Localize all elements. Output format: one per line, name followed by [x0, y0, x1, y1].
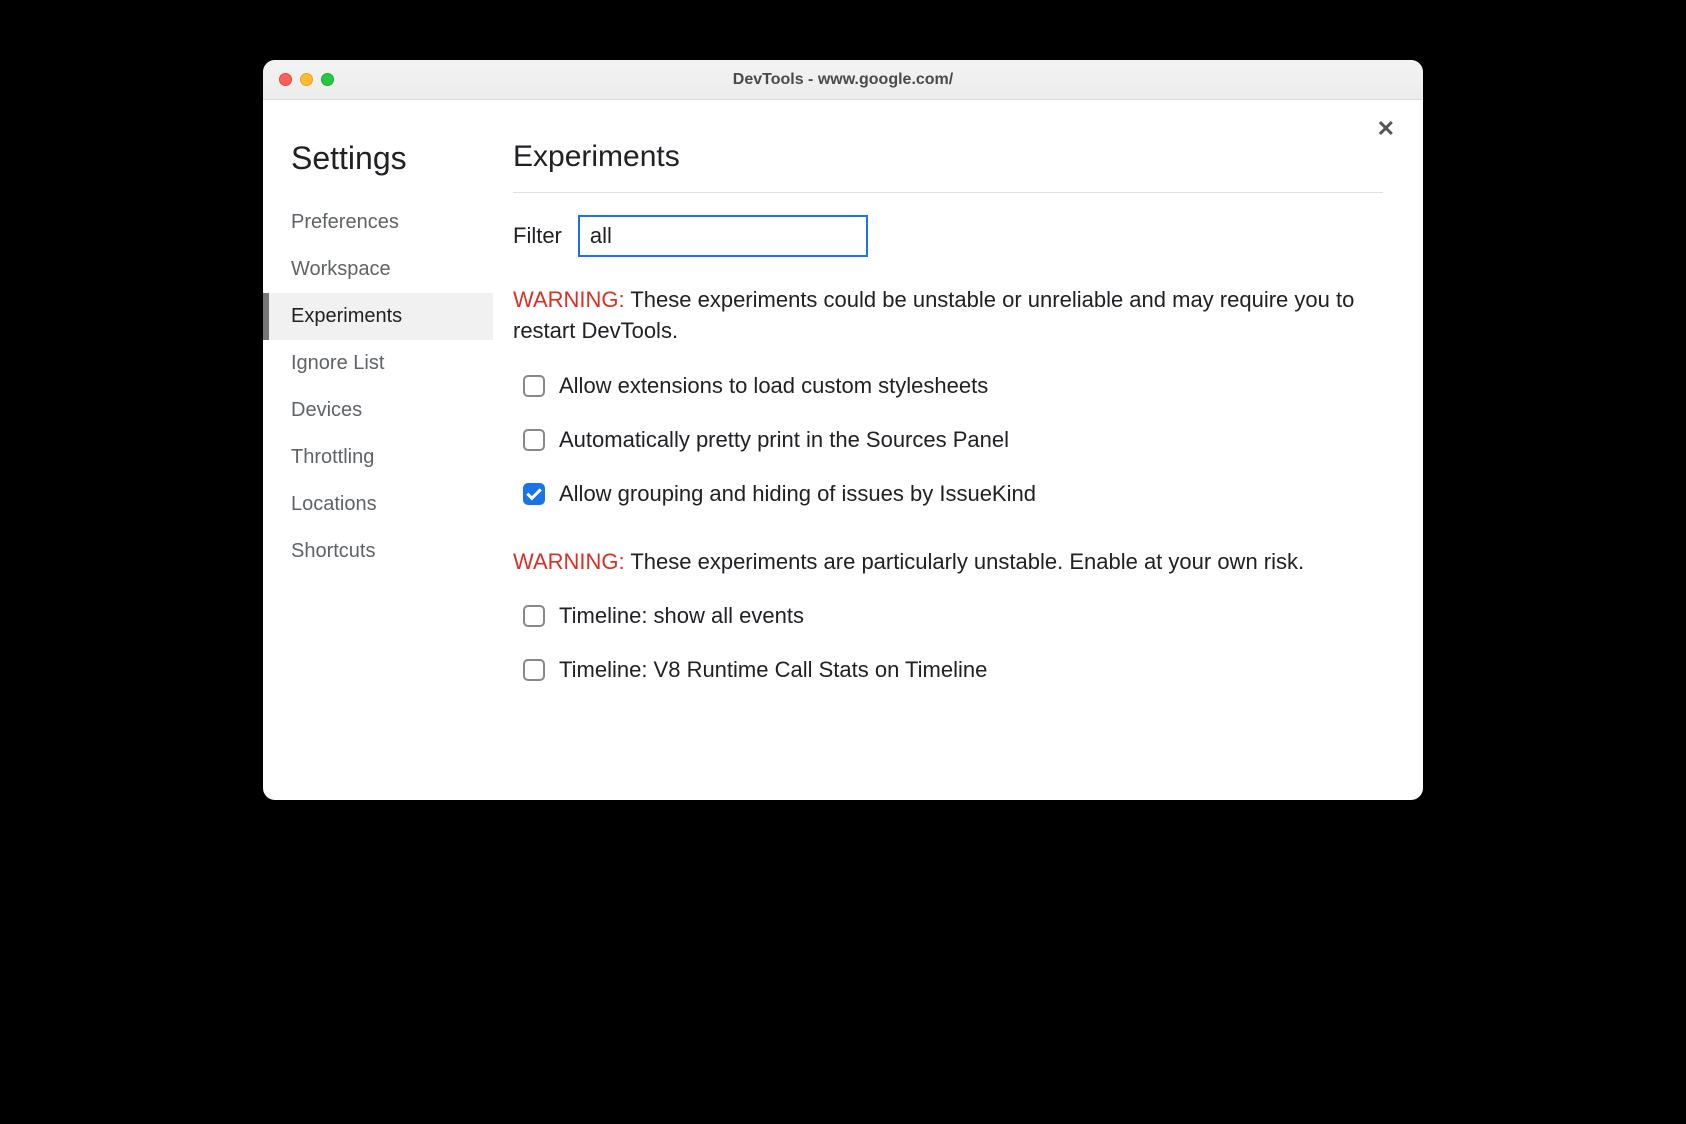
warning-label: WARNING: — [513, 287, 625, 312]
sidebar-item-locations[interactable]: Locations — [263, 481, 493, 528]
warning-text: These experiments could be unstable or u… — [513, 287, 1354, 343]
warning-label: WARNING: — [513, 549, 625, 574]
experiment-row: Allow grouping and hiding of issues by I… — [523, 481, 1383, 507]
sidebar-item-label: Throttling — [291, 446, 374, 468]
minimize-window-button[interactable] — [300, 73, 313, 86]
experiment-row: Timeline: show all events — [523, 603, 1383, 629]
filter-label: Filter — [513, 223, 562, 249]
warning-text: These experiments are particularly unsta… — [625, 549, 1305, 574]
sidebar-item-shortcuts[interactable]: Shortcuts — [263, 528, 493, 575]
filter-row: Filter — [513, 215, 1383, 257]
sidebar-item-devices[interactable]: Devices — [263, 387, 493, 434]
sidebar-item-throttling[interactable]: Throttling — [263, 434, 493, 481]
sidebar-title: Settings — [263, 140, 493, 199]
sidebar-item-label: Experiments — [291, 305, 402, 327]
page-title: Experiments — [513, 140, 1383, 193]
experiment-label: Timeline: show all events — [559, 603, 804, 629]
sidebar: Settings Preferences Workspace Experimen… — [263, 100, 493, 800]
body-area: ✕ Settings Preferences Workspace Experim… — [263, 100, 1423, 800]
experiment-checkbox[interactable] — [523, 429, 545, 451]
titlebar: DevTools - www.google.com/ — [263, 60, 1423, 100]
main-content: Experiments Filter WARNING: These experi… — [493, 100, 1423, 800]
experiment-label: Allow grouping and hiding of issues by I… — [559, 481, 1036, 507]
experiment-label: Timeline: V8 Runtime Call Stats on Timel… — [559, 657, 987, 683]
experiment-checkbox[interactable] — [523, 659, 545, 681]
close-window-button[interactable] — [279, 73, 292, 86]
experiment-row: Automatically pretty print in the Source… — [523, 427, 1383, 453]
sidebar-item-workspace[interactable]: Workspace — [263, 246, 493, 293]
experiment-label: Automatically pretty print in the Source… — [559, 427, 1009, 453]
experiment-checkbox[interactable] — [523, 483, 545, 505]
warning-block-2: WARNING: These experiments are particula… — [513, 547, 1383, 578]
sidebar-item-label: Workspace — [291, 258, 391, 280]
experiment-row: Timeline: V8 Runtime Call Stats on Timel… — [523, 657, 1383, 683]
warning-block-1: WARNING: These experiments could be unst… — [513, 285, 1383, 347]
sidebar-item-label: Preferences — [291, 211, 399, 233]
sidebar-item-label: Devices — [291, 399, 362, 421]
sidebar-item-label: Locations — [291, 493, 377, 515]
sidebar-item-ignore-list[interactable]: Ignore List — [263, 340, 493, 387]
maximize-window-button[interactable] — [321, 73, 334, 86]
sidebar-item-label: Ignore List — [291, 352, 384, 374]
sidebar-item-experiments[interactable]: Experiments — [263, 293, 493, 340]
experiment-row: Allow extensions to load custom styleshe… — [523, 373, 1383, 399]
experiment-checkbox[interactable] — [523, 375, 545, 397]
filter-input[interactable] — [578, 215, 868, 257]
window-title: DevTools - www.google.com/ — [263, 71, 1423, 89]
close-icon[interactable]: ✕ — [1377, 118, 1395, 140]
devtools-window: DevTools - www.google.com/ ✕ Settings Pr… — [263, 60, 1423, 800]
experiment-label: Allow extensions to load custom styleshe… — [559, 373, 988, 399]
sidebar-item-preferences[interactable]: Preferences — [263, 199, 493, 246]
traffic-lights — [263, 73, 334, 86]
experiment-checkbox[interactable] — [523, 605, 545, 627]
sidebar-item-label: Shortcuts — [291, 540, 375, 562]
